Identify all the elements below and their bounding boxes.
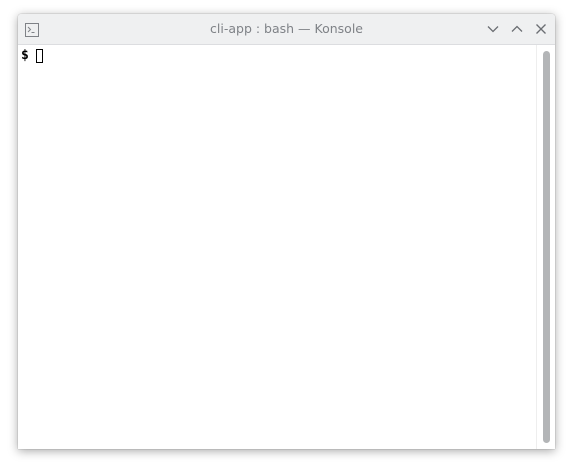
vertical-scrollbar[interactable]	[536, 45, 555, 449]
shell-prompt: $	[21, 48, 29, 63]
terminal-icon[interactable]	[25, 22, 39, 37]
title-bar[interactable]: cli-app : bash — Konsole	[18, 14, 555, 45]
chevron-down-icon	[487, 26, 499, 33]
prompt-line: $	[21, 47, 43, 64]
text-cursor	[35, 48, 43, 63]
scrollbar-thumb[interactable]	[543, 51, 550, 443]
konsole-window: cli-app : bash — Konsole $	[18, 14, 555, 449]
chevron-up-icon	[511, 25, 523, 32]
minimize-button[interactable]	[485, 21, 501, 37]
close-icon	[536, 24, 546, 34]
terminal-area[interactable]: $	[18, 45, 536, 449]
close-button[interactable]	[533, 21, 549, 37]
maximize-button[interactable]	[509, 21, 525, 37]
window-title: cli-app : bash — Konsole	[210, 21, 363, 36]
